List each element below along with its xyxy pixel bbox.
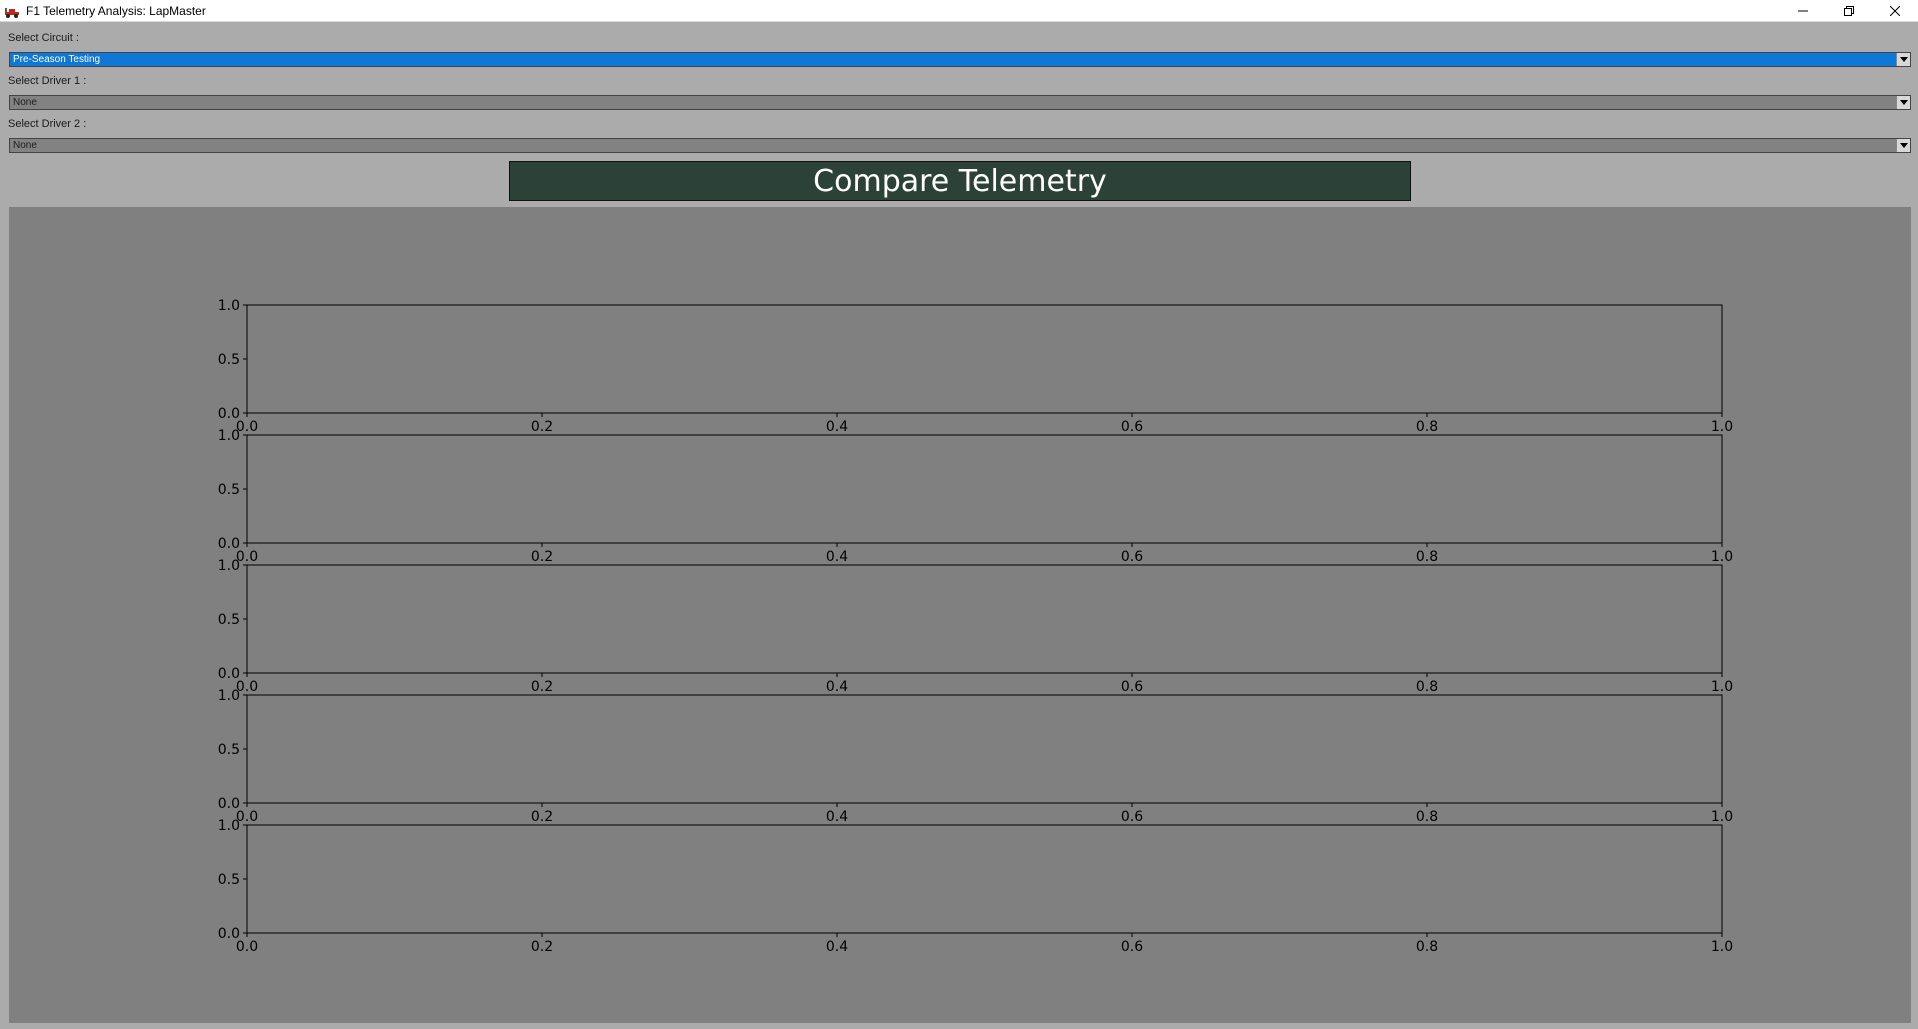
axes-frame — [246, 824, 1723, 934]
x-tick-label: 0.6 — [1121, 679, 1143, 695]
y-tick-label: 1.0 — [218, 558, 240, 574]
x-tick-label: 0.2 — [531, 809, 553, 825]
x-tick-label: 0.8 — [1416, 419, 1438, 435]
x-tick-label: 0.4 — [826, 809, 848, 825]
y-tick-label: 0.0 — [218, 536, 240, 552]
chevron-down-icon[interactable] — [1896, 96, 1910, 109]
circuit-dropdown[interactable]: Pre-Season Testing — [9, 52, 1911, 67]
x-tick-label: 0.2 — [531, 549, 553, 565]
window-title: F1 Telemetry Analysis: LapMaster — [26, 3, 206, 18]
y-tick-label: 0.5 — [218, 482, 240, 498]
x-tick-label: 0.2 — [531, 939, 553, 955]
x-tick-label: 0.4 — [826, 549, 848, 565]
y-tick-label: 0.5 — [218, 612, 240, 628]
y-tick-label: 1.0 — [218, 298, 240, 314]
x-tick-label: 0.6 — [1121, 549, 1143, 565]
x-tick-label: 0.2 — [531, 419, 553, 435]
x-tick-label: 1.0 — [1711, 939, 1733, 955]
subplot-1: 0.0 0.2 0.4 0.6 0.8 1.00.00.51.0 — [218, 298, 1733, 435]
axes-frame — [246, 564, 1723, 674]
x-tick-label: 0.4 — [826, 419, 848, 435]
driver2-dropdown[interactable]: None — [9, 138, 1911, 153]
subplot-5: 0.0 0.2 0.4 0.6 0.8 1.00.00.51.0 — [218, 818, 1733, 955]
telemetry-plot-area: 0.0 0.2 0.4 0.6 0.8 1.0 0.0 0.5 1.0 0.0 0.2 0.4 0.6 0… — [9, 207, 1911, 1023]
x-tick-label: 0.8 — [1416, 679, 1438, 695]
y-tick-label: 0.0 — [218, 666, 240, 682]
x-tick-label: 1.0 — [1711, 549, 1733, 565]
window-controls — [1780, 0, 1918, 22]
subplot-2: 0.0 0.2 0.4 0.6 0.8 1.00.00.51.0 — [218, 428, 1733, 565]
circuit-value: Pre-Season Testing — [13, 54, 101, 65]
x-tick-label: 1.0 — [1711, 679, 1733, 695]
chevron-down-icon[interactable] — [1896, 53, 1910, 66]
telemetry-charts: 0.0 0.2 0.4 0.6 0.8 1.0 0.0 0.5 1.0 0.0 0.2 0.4 0.6 0… — [218, 298, 1733, 955]
x-tick-label: 0.2 — [531, 679, 553, 695]
x-tick-label: 1.0 — [1711, 809, 1733, 825]
compare-telemetry-button[interactable]: Compare Telemetry — [509, 161, 1411, 201]
x-tick-label: 0.8 — [1416, 809, 1438, 825]
x-tick-label: 0.6 — [1121, 809, 1143, 825]
minimize-button[interactable] — [1780, 0, 1826, 22]
driver1-value: None — [13, 97, 37, 108]
driver1-dropdown[interactable]: None — [9, 95, 1911, 110]
y-tick-label: 0.0 — [218, 926, 240, 942]
axes-frame — [246, 434, 1723, 544]
y-tick-label: 0.5 — [218, 352, 240, 368]
x-tick-label: 0.4 — [826, 679, 848, 695]
axes-frame — [246, 694, 1723, 804]
restore-icon — [1844, 6, 1854, 16]
subplot-4: 0.0 0.2 0.4 0.6 0.8 1.00.00.51.0 — [218, 688, 1733, 825]
close-icon — [1890, 6, 1900, 16]
chevron-down-icon[interactable] — [1896, 139, 1910, 152]
x-tick-label: 1.0 — [1711, 419, 1733, 435]
driver2-value: None — [13, 140, 37, 151]
subplot-3: 0.0 0.2 0.4 0.6 0.8 1.00.00.51.0 — [218, 558, 1733, 695]
x-tick-label: 0.6 — [1121, 419, 1143, 435]
x-tick-label: 0.8 — [1416, 549, 1438, 565]
y-tick-label: 0.5 — [218, 742, 240, 758]
y-tick-label: 0.0 — [218, 406, 240, 422]
x-tick-label: 0.6 — [1121, 939, 1143, 955]
f1-car-icon — [5, 7, 19, 18]
x-tick-label: 0.4 — [826, 939, 848, 955]
close-button[interactable] — [1872, 0, 1918, 22]
y-tick-label: 0.0 — [218, 796, 240, 812]
y-tick-label: 1.0 — [218, 818, 240, 834]
y-tick-label: 1.0 — [218, 688, 240, 704]
y-tick-label: 0.5 — [218, 872, 240, 888]
driver1-label: Select Driver 1 : — [8, 75, 87, 87]
restore-button[interactable] — [1826, 0, 1872, 22]
y-tick-label: 1.0 — [218, 428, 240, 444]
driver2-label: Select Driver 2 : — [8, 118, 87, 130]
circuit-label: Select Circuit : — [8, 32, 79, 44]
x-tick-label: 0.8 — [1416, 939, 1438, 955]
axes-frame — [246, 304, 1723, 414]
minimize-icon — [1798, 10, 1808, 12]
window-titlebar: F1 Telemetry Analysis: LapMaster — [0, 0, 1918, 22]
